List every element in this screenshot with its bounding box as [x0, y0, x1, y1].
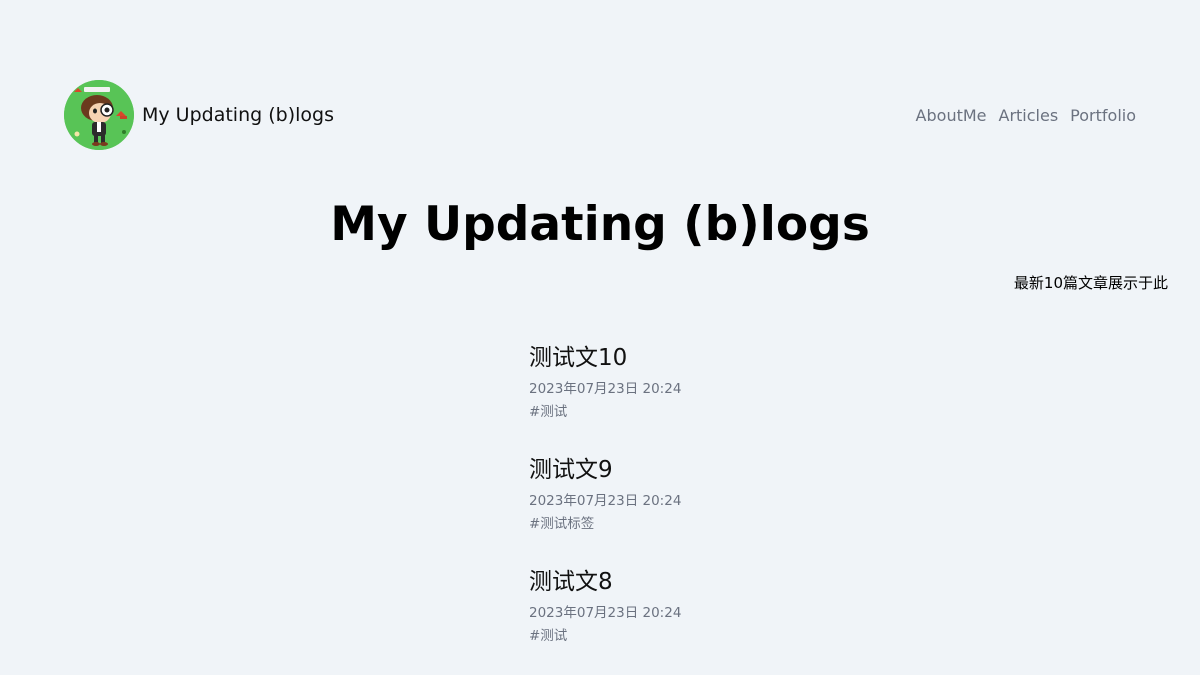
page-title: My Updating (b)logs	[330, 197, 870, 252]
nav-link-aboutme[interactable]: AboutMe	[916, 106, 987, 125]
page: My Updating (b)logs AboutMe Articles Por…	[0, 0, 1200, 675]
post-tag-link[interactable]: #测试	[529, 403, 567, 421]
post-date: 2023年07月23日 20:24	[529, 605, 682, 621]
post-date: 2023年07月23日 20:24	[529, 493, 682, 509]
page-subtitle: 最新10篇文章展示于此	[1013, 274, 1168, 292]
nav-link-portfolio[interactable]: Portfolio	[1070, 106, 1136, 125]
post-item: 测试文10 2023年07月23日 20:24 #测试	[529, 343, 949, 455]
main-nav: AboutMe Articles Portfolio	[916, 106, 1136, 125]
post-date: 2023年07月23日 20:24	[529, 381, 682, 397]
post-tag-link[interactable]: #测试	[529, 627, 567, 645]
brand-link[interactable]: My Updating (b)logs	[64, 80, 334, 150]
post-item: 测试文8 2023年07月23日 20:24 #测试	[529, 567, 949, 675]
post-title-link[interactable]: 测试文8	[529, 567, 949, 597]
brand-name: My Updating (b)logs	[142, 104, 334, 126]
post-item: 测试文9 2023年07月23日 20:24 #测试标签	[529, 455, 949, 567]
site-header: My Updating (b)logs AboutMe Articles Por…	[64, 80, 1136, 150]
nav-link-articles[interactable]: Articles	[999, 106, 1059, 125]
post-tag-link[interactable]: #测试标签	[529, 515, 594, 533]
avatar-icon	[64, 80, 134, 150]
post-list: 测试文10 2023年07月23日 20:24 #测试 测试文9 2023年07…	[529, 343, 949, 675]
post-title-link[interactable]: 测试文10	[529, 343, 949, 373]
post-title-link[interactable]: 测试文9	[529, 455, 949, 485]
